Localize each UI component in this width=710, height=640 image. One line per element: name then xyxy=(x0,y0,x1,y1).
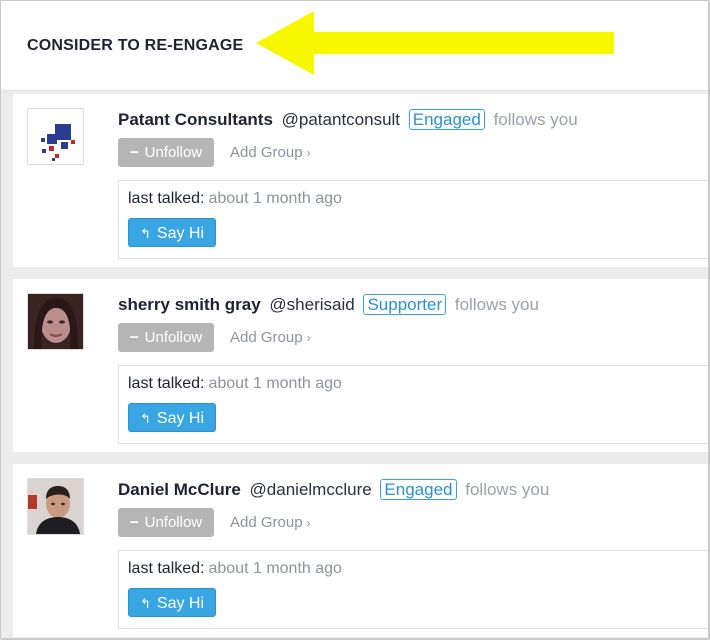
add-group-button[interactable]: Add Group › xyxy=(230,514,311,531)
say-hi-label: Say Hi xyxy=(156,595,205,612)
user-name[interactable]: Daniel McClure xyxy=(118,480,241,499)
last-talked-value: about 1 month ago xyxy=(208,190,342,207)
last-talked-panel: last talked: about 1 month ago ↰ Say Hi xyxy=(118,180,708,259)
add-group-label: Add Group xyxy=(230,329,303,346)
user-photo-icon xyxy=(28,479,83,534)
unfollow-label: Unfollow xyxy=(144,144,203,161)
add-group-button[interactable]: Add Group › xyxy=(230,144,311,161)
minus-icon: − xyxy=(129,144,139,161)
last-talked-label: last talked: xyxy=(128,375,205,392)
user-name-row: Patant Consultants @patantconsult Engage… xyxy=(118,109,578,131)
status-badge: Supporter xyxy=(363,294,447,315)
avatar[interactable] xyxy=(27,478,84,535)
status-badge: Engaged xyxy=(380,479,457,500)
say-hi-button[interactable]: ↰ Say Hi xyxy=(128,218,216,247)
reply-arrow-icon: ↰ xyxy=(139,411,151,426)
chevron-right-icon: › xyxy=(306,331,311,345)
company-logo-icon xyxy=(41,124,75,161)
reply-arrow-icon: ↰ xyxy=(139,596,151,611)
last-talked-value: about 1 month ago xyxy=(208,560,342,577)
chevron-right-icon: › xyxy=(306,516,311,530)
minus-icon: − xyxy=(129,514,139,531)
add-group-button[interactable]: Add Group › xyxy=(230,329,311,346)
user-name-row: Daniel McClure @danielmcclure Engaged fo… xyxy=(118,479,549,501)
say-hi-button[interactable]: ↰ Say Hi xyxy=(128,403,216,432)
follows-you-label: follows you xyxy=(465,480,550,499)
section-header: CONSIDER TO RE-ENGAGE xyxy=(1,1,708,91)
avatar[interactable] xyxy=(27,108,84,165)
user-card: sherry smith gray @sherisaid Supporter f… xyxy=(13,279,708,452)
user-photo-icon xyxy=(28,294,83,349)
last-talked-label: last talked: xyxy=(128,560,205,577)
last-talked-value: about 1 month ago xyxy=(208,375,342,392)
user-handle[interactable]: @sherisaid xyxy=(269,295,354,314)
section-title: CONSIDER TO RE-ENGAGE xyxy=(27,37,244,54)
user-name[interactable]: Patant Consultants xyxy=(118,110,273,129)
last-talked-row: last talked: about 1 month ago xyxy=(128,560,342,578)
user-name-row: sherry smith gray @sherisaid Supporter f… xyxy=(118,294,539,316)
user-card: Patant Consultants @patantconsult Engage… xyxy=(13,94,708,267)
avatar[interactable] xyxy=(27,293,84,350)
unfollow-button[interactable]: − Unfollow xyxy=(118,138,214,167)
last-talked-row: last talked: about 1 month ago xyxy=(128,190,342,208)
app-frame: CONSIDER TO RE-ENGAGE Patant Consultants… xyxy=(0,0,709,639)
annotation-arrow-icon xyxy=(256,11,614,75)
say-hi-label: Say Hi xyxy=(156,225,205,242)
add-group-label: Add Group xyxy=(230,514,303,531)
follows-you-label: follows you xyxy=(493,110,578,129)
status-badge: Engaged xyxy=(408,109,485,130)
user-handle[interactable]: @danielmcclure xyxy=(250,480,372,499)
unfollow-button[interactable]: − Unfollow xyxy=(118,508,214,537)
chevron-right-icon: › xyxy=(306,146,311,160)
last-talked-panel: last talked: about 1 month ago ↰ Say Hi xyxy=(118,365,708,444)
last-talked-panel: last talked: about 1 month ago ↰ Say Hi xyxy=(118,550,708,629)
user-handle[interactable]: @patantconsult xyxy=(282,110,400,129)
user-name[interactable]: sherry smith gray xyxy=(118,295,261,314)
minus-icon: − xyxy=(129,329,139,346)
last-talked-label: last talked: xyxy=(128,190,205,207)
reply-arrow-icon: ↰ xyxy=(139,226,151,241)
follows-you-label: follows you xyxy=(454,295,539,314)
say-hi-label: Say Hi xyxy=(156,410,205,427)
unfollow-button[interactable]: − Unfollow xyxy=(118,323,214,352)
say-hi-button[interactable]: ↰ Say Hi xyxy=(128,588,216,617)
add-group-label: Add Group xyxy=(230,144,303,161)
user-card: Daniel McClure @danielmcclure Engaged fo… xyxy=(13,464,708,637)
unfollow-label: Unfollow xyxy=(144,329,203,346)
last-talked-row: last talked: about 1 month ago xyxy=(128,375,342,393)
unfollow-label: Unfollow xyxy=(144,514,203,531)
